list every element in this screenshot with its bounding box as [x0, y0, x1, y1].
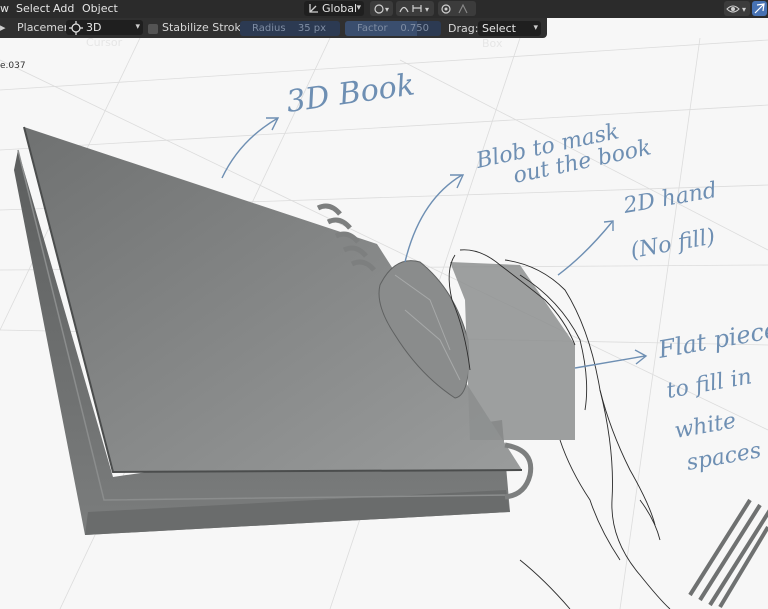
orientation-label: Global: [322, 2, 358, 15]
drag-label: Drag:: [448, 22, 479, 35]
note-hand-line1: 2D hand: [621, 178, 719, 219]
visibility-button[interactable]: ▾: [724, 1, 750, 16]
note-flat-line3: white: [673, 409, 738, 444]
note-flat-line4: spaces: [685, 438, 763, 476]
orientation-dropdown[interactable]: Global ▾: [304, 1, 364, 16]
menu-view[interactable]: w: [0, 2, 9, 15]
drag-dropdown[interactable]: Select Box ▾: [478, 21, 541, 50]
collapse-chevron-icon[interactable]: ▸: [0, 20, 6, 35]
proportional-edit-button[interactable]: [438, 1, 476, 16]
eye-icon: ▾: [726, 5, 746, 14]
stabilize-stroke-label: Stabilize Stroke: [162, 21, 248, 34]
svg-text:▾: ▾: [742, 5, 746, 14]
chevron-down-icon: ▾: [356, 3, 361, 13]
factor-value: 0.750: [400, 23, 429, 34]
svg-text:▾: ▾: [385, 5, 389, 14]
pivot-button[interactable]: ▾: [370, 1, 393, 16]
pivot-icon: ▾: [374, 4, 389, 14]
menu-object[interactable]: Object: [82, 2, 118, 15]
gizmo-icon: [754, 3, 765, 14]
viewport-canvas: 3D Book Blob to mask out the book 2D han…: [0, 38, 768, 609]
3d-viewport[interactable]: 3D Book Blob to mask out the book 2D han…: [0, 38, 768, 609]
chevron-down-icon: ▾: [533, 23, 538, 33]
second-spiral: [688, 498, 768, 609]
menu-add[interactable]: Add: [53, 2, 74, 15]
note-3d-book: 3D Book: [284, 67, 417, 120]
factor-label: Factor: [357, 23, 388, 34]
chevron-down-icon: ▾: [135, 22, 140, 32]
factor-field[interactable]: Factor 0.750: [345, 21, 441, 36]
snap-icon: ▾: [399, 5, 429, 14]
radius-label: Radius: [252, 23, 286, 34]
gizmo-toggle[interactable]: [752, 1, 767, 16]
placement-dropdown[interactable]: 3D Cursor ▾: [66, 20, 143, 49]
viewport-header: w Select Add Object Global ▾ ▾ ▾ ▾: [0, 0, 768, 18]
snap-button[interactable]: ▾: [396, 1, 434, 16]
stabilize-stroke-checkbox[interactable]: [148, 24, 158, 34]
axis-icon: [309, 4, 318, 13]
radius-value: 35 px: [297, 23, 326, 34]
menu-select[interactable]: Select: [16, 2, 50, 15]
cursor-target-icon: [69, 21, 83, 35]
proportional-edit-icon: [441, 3, 468, 14]
note-flat-line2: to fill in: [665, 364, 754, 404]
object-name-label: e.037: [0, 61, 26, 71]
radius-field[interactable]: Radius 35 px: [240, 21, 340, 36]
svg-text:▾: ▾: [425, 5, 429, 14]
note-flat-line1: Flat piece: [655, 315, 768, 364]
